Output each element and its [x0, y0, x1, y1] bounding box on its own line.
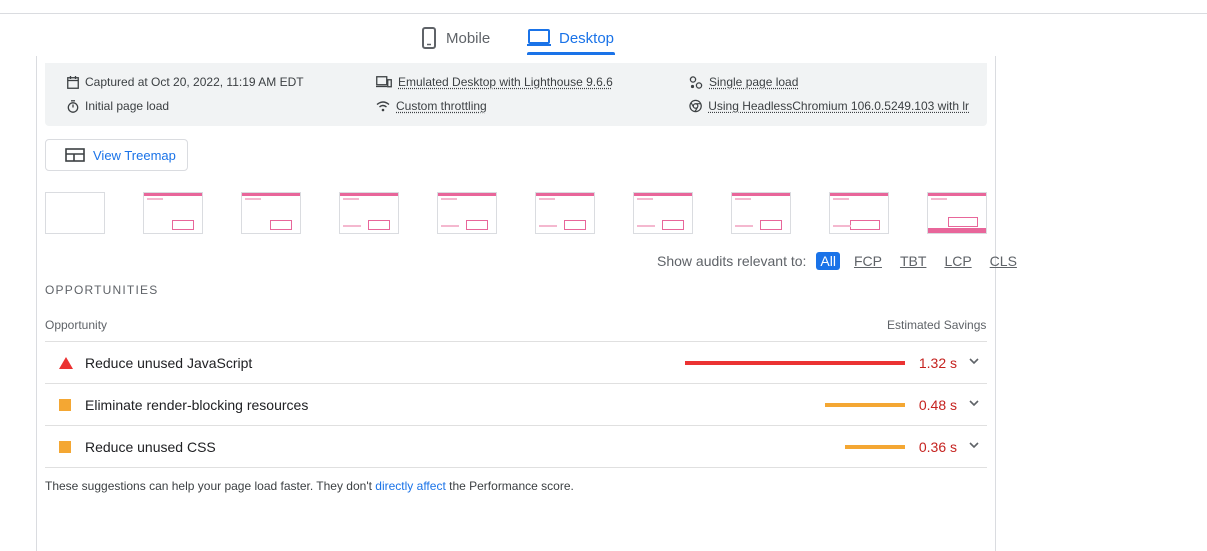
session-type[interactable]: Single page load	[689, 75, 798, 89]
phone-icon	[422, 27, 436, 49]
column-header-opportunity: Opportunity	[45, 318, 108, 332]
captured-at-text: Captured at Oct 20, 2022, 11:19 AM EDT	[85, 75, 304, 89]
emulated-device[interactable]: Emulated Desktop with Lighthouse 9.6.6	[376, 75, 613, 89]
savings-value: 0.36 s	[918, 438, 957, 455]
initial-page-load-text: Initial page load	[85, 99, 170, 113]
opportunity-title: Eliminate render-blocking resources	[85, 396, 309, 413]
filter-chip-cls[interactable]: CLS	[986, 252, 1021, 270]
filmstrip-frame	[535, 192, 595, 234]
emulated-device-text: Emulated Desktop with Lighthouse 9.6.6	[398, 75, 613, 89]
opportunity-title: Reduce unused JavaScript	[85, 354, 253, 371]
active-tab-indicator	[527, 52, 615, 55]
opportunity-row[interactable]: Reduce unused CSS 0.36 s	[45, 426, 987, 467]
section-title: OPPORTUNITIES	[45, 283, 159, 297]
view-treemap-button[interactable]: View Treemap	[45, 139, 188, 171]
filter-chip-lcp[interactable]: LCP	[940, 252, 975, 270]
column-header-savings: Estimated Savings	[887, 318, 987, 332]
report-panel-border	[995, 56, 996, 551]
footnote-text: These suggestions can help your page loa…	[45, 479, 376, 493]
tab-desktop-label: Desktop	[559, 29, 615, 47]
tab-desktop[interactable]: Desktop	[527, 26, 614, 50]
chevron-down-icon[interactable]	[969, 399, 979, 407]
session-type-text: Single page load	[709, 75, 799, 89]
browser-info[interactable]: Using HeadlessChromium 106.0.5249.103 wi…	[689, 99, 969, 113]
average-square-icon	[59, 398, 71, 411]
chrome-icon	[689, 99, 702, 113]
filter-chip-fcp[interactable]: FCP	[850, 252, 886, 270]
opportunity-row[interactable]: Eliminate render-blocking resources 0.48…	[45, 384, 987, 425]
filmstrip-frame	[927, 192, 987, 234]
browser-info-text: Using HeadlessChromium 106.0.5249.103 wi…	[708, 99, 969, 113]
filmstrip-frame	[829, 192, 889, 234]
throttling-text: Custom throttling	[396, 99, 487, 113]
average-square-icon	[59, 440, 71, 453]
filmstrip-frame	[241, 192, 301, 234]
filmstrip-frame	[633, 192, 693, 234]
initial-page-load: Initial page load	[67, 99, 169, 113]
filmstrip-frame	[143, 192, 203, 234]
view-treemap-label: View Treemap	[93, 147, 176, 163]
savings-bar	[825, 402, 905, 407]
audit-filter-label: Show audits relevant to:	[657, 253, 807, 269]
filmstrip-frame	[437, 192, 497, 234]
opportunity-row[interactable]: Reduce unused JavaScript 1.32 s	[45, 342, 987, 383]
filter-chip-tbt[interactable]: TBT	[896, 252, 930, 270]
filmstrip-frame	[339, 192, 399, 234]
fail-triangle-icon	[59, 356, 73, 369]
directly-affect-link[interactable]: directly affect	[375, 479, 445, 493]
throttling[interactable]: Custom throttling	[376, 99, 487, 113]
opportunities-footnote: These suggestions can help your page loa…	[45, 479, 574, 493]
audit-filter: Show audits relevant to: All FCP TBT LCP…	[657, 252, 1021, 270]
top-divider	[0, 13, 1207, 14]
captured-at: Captured at Oct 20, 2022, 11:19 AM EDT	[67, 75, 304, 89]
chevron-down-icon[interactable]	[969, 357, 979, 365]
single-page-icon	[689, 75, 703, 89]
filter-chip-all[interactable]: All	[816, 252, 840, 270]
filmstrip-frame	[45, 192, 105, 234]
stopwatch-icon	[67, 99, 79, 113]
devices-icon	[376, 76, 392, 88]
laptop-icon	[527, 29, 551, 46]
opportunity-title: Reduce unused CSS	[85, 438, 216, 455]
savings-bar	[845, 444, 905, 449]
report-panel-border	[36, 56, 37, 551]
wifi-icon	[376, 101, 390, 112]
calendar-icon	[67, 75, 79, 89]
chevron-down-icon[interactable]	[969, 441, 979, 449]
runtime-settings: Captured at Oct 20, 2022, 11:19 AM EDT I…	[45, 63, 987, 126]
savings-bar	[685, 360, 905, 365]
savings-value: 1.32 s	[918, 354, 957, 371]
tab-mobile-label: Mobile	[446, 29, 491, 47]
footnote-text-end: the Performance score.	[445, 479, 574, 493]
filmstrip	[45, 192, 987, 234]
savings-value: 0.48 s	[918, 396, 957, 413]
filmstrip-frame	[731, 192, 791, 234]
treemap-icon	[65, 148, 85, 162]
row-divider	[45, 467, 987, 468]
tab-mobile[interactable]: Mobile	[420, 26, 490, 50]
